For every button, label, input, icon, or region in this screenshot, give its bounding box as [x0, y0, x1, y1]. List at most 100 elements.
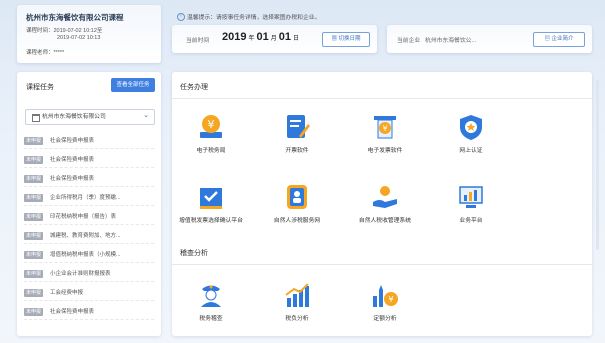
main-panel: 任务办理 ¥ 电子税务局 开票软件 ¥ 电子发票软件 网上认证 增值税发票选择确… [172, 72, 592, 336]
svg-text:¥: ¥ [208, 118, 215, 131]
task-panel: 课程任务 查看全部任务 杭州市东海餐饮有限公司 ⌄ 未申报 社会保险费申报表 未申报… [17, 72, 161, 336]
tool-label: 增值税发票选择确认平台 [179, 218, 243, 224]
date-year: 2019 [222, 31, 247, 43]
task-list-item[interactable]: 未申报 小企业会计准则财报报表 [24, 267, 154, 282]
svg-text:¥: ¥ [382, 124, 387, 133]
tool-online-certification[interactable]: 网上认证 [436, 112, 506, 154]
task-panel-title: 课程任务 [26, 84, 54, 91]
hand-person-icon [373, 186, 397, 208]
bar-chart-icon [285, 283, 309, 307]
divider [172, 264, 592, 265]
tool-business-platform[interactable]: 业务平台 [436, 182, 506, 224]
section-title-tasks: 任务办理 [180, 84, 208, 91]
task-list-item[interactable]: 未申报 社会保险费申报表 [24, 134, 154, 149]
tool-individual-tax-management[interactable]: 自然人税收管理系统 [350, 182, 420, 224]
tool-quota-analysis[interactable]: ¥ 定额分析 [350, 280, 420, 322]
task-name: 增值税纳税申报表（小规模... [50, 252, 121, 258]
tool-invoicing-software[interactable]: 开票软件 [262, 112, 332, 154]
tool-tax-inspection[interactable]: 税务稽查 [176, 280, 246, 322]
divider [172, 98, 592, 99]
status-badge: 未申报 [24, 308, 44, 316]
company-select-value: 杭州市东海餐饮有限公司 [42, 114, 106, 120]
task-list-item[interactable]: 未申报 企业所得税月（季）度预缴... [24, 191, 154, 206]
company-info: 当前企业 杭州市东海餐饮公... [397, 35, 476, 44]
task-name: 社会保险费申报表 [50, 138, 95, 144]
chevron-down-icon: ⌄ [143, 112, 149, 119]
tool-label: 网上认证 [459, 148, 483, 154]
company-card: 当前企业 杭州市东海餐饮公... ▤ 企业简介 [387, 25, 592, 53]
building-icon [32, 114, 40, 122]
switch-date-button[interactable]: ▦ 切换日期 [322, 32, 370, 47]
company-select[interactable]: 杭州市东海餐饮有限公司 ⌄ [25, 109, 155, 125]
task-list-item[interactable]: 未申报 增值税纳税申报表（小规模... [24, 248, 154, 263]
course-info-card: 杭州市东海餐饮有限公司课程 课程时间：2019-07-02 10:12至 201… [17, 5, 161, 63]
status-badge: 未申报 [24, 194, 44, 202]
tool-individual-tax-service[interactable]: 自然人涉税服务网 [262, 182, 332, 224]
tip-text: 温馨提示：请按事任务详情，选择案图办税和企业。 [187, 15, 321, 21]
tool-e-tax-bureau[interactable]: ¥ 电子税务局 [176, 112, 246, 154]
tool-vat-invoice-platform[interactable]: 增值税发票选择确认平台 [176, 182, 246, 224]
inspector-icon [201, 285, 221, 307]
monitor-chart-icon [459, 186, 483, 208]
status-badge: 未申报 [24, 232, 44, 240]
current-date: 2019 年 01 月 01 日 [222, 31, 301, 43]
course-time-end: 2019-07-02 10:13 [57, 35, 101, 41]
yuan-printer-icon: ¥ [374, 116, 396, 139]
status-badge: 未申报 [24, 251, 44, 259]
shield-check-icon [460, 115, 482, 140]
date-label: 当前时间 [186, 38, 210, 44]
person-app-icon [287, 185, 307, 209]
status-badge: 未申报 [24, 175, 44, 183]
view-all-tasks-button[interactable]: 查看全部任务 [111, 78, 155, 92]
tool-label: 电子发票软件 [367, 148, 403, 154]
task-name: 城建税、教育费附加、地方... [50, 233, 121, 239]
date-day: 01 [278, 31, 292, 43]
switch-date-label: 切换日期 [338, 36, 361, 42]
course-time-label: 课程时间：2019-07-02 10:12至 [26, 28, 103, 34]
course-teacher: 课程老师：***** [26, 50, 65, 56]
date-day-unit: 日 [293, 36, 300, 42]
tool-label: 自然人税收管理系统 [358, 218, 412, 224]
scrollbar[interactable] [596, 80, 599, 250]
tip-bar: ! 温馨提示：请按事任务详情，选择案图办税和企业。 [177, 12, 321, 22]
task-name: 社会保险费申报表 [50, 157, 95, 163]
tool-e-invoice-software[interactable]: ¥ 电子发票软件 [350, 112, 420, 154]
task-list-item[interactable]: 未申报 社会保险费申报表 [24, 305, 154, 320]
task-list-item[interactable]: 未申报 工会经费申报 [24, 286, 154, 301]
company-intro-button[interactable]: ▤ 企业简介 [533, 32, 585, 47]
task-list-item[interactable]: 未申报 印花税纳税申报（报告）表 [24, 210, 154, 225]
calendar-icon: ▦ [331, 36, 337, 42]
task-list-item[interactable]: 未申报 社会保险费申报表 [24, 153, 154, 168]
tool-label: 定额分析 [373, 316, 397, 322]
task-name: 小企业会计准则财报报表 [50, 271, 111, 277]
tool-label: 自然人涉税服务网 [273, 218, 321, 224]
course-title: 杭州市东海餐饮有限公司课程 [26, 13, 124, 22]
status-badge: 未申报 [24, 137, 44, 145]
check-folder-icon [200, 188, 222, 209]
task-list-item[interactable]: 未申报 社会保险费申报表 [24, 172, 154, 187]
company-name: 杭州市东海餐饮公... [425, 38, 477, 44]
task-name: 印花税纳税申报（报告）表 [50, 214, 117, 220]
bars-coin-icon: ¥ [373, 285, 398, 307]
svg-text:¥: ¥ [388, 295, 393, 304]
yuan-card-icon: ¥ [200, 115, 222, 138]
task-name: 社会保险费申报表 [50, 309, 95, 315]
date-month-unit: 月 [270, 36, 277, 42]
tool-label: 开票软件 [285, 148, 309, 154]
task-name: 企业所得税月（季）度预缴... [50, 195, 121, 201]
company-intro-label: 企业简介 [551, 36, 574, 42]
document-icon: ▤ [544, 36, 550, 42]
task-name: 工会经费申报 [50, 290, 84, 296]
status-badge: 未申报 [24, 156, 44, 164]
company-label: 当前企业 [397, 38, 421, 44]
date-month: 01 [256, 31, 269, 43]
status-badge: 未申报 [24, 270, 44, 278]
tool-label: 业务平台 [459, 218, 483, 224]
date-card: 当前时间 2019 年 01 月 01 日 ▦ 切换日期 [172, 25, 377, 53]
date-year-unit: 年 [248, 36, 255, 42]
task-list-item[interactable]: 未申报 城建税、教育费附加、地方... [24, 229, 154, 244]
tool-label: 税务稽查 [199, 316, 223, 322]
tool-label: 电子税务局 [196, 148, 226, 154]
section-title-analysis: 稽查分析 [180, 250, 208, 257]
tool-tax-burden-analysis[interactable]: 税负分析 [262, 280, 332, 322]
